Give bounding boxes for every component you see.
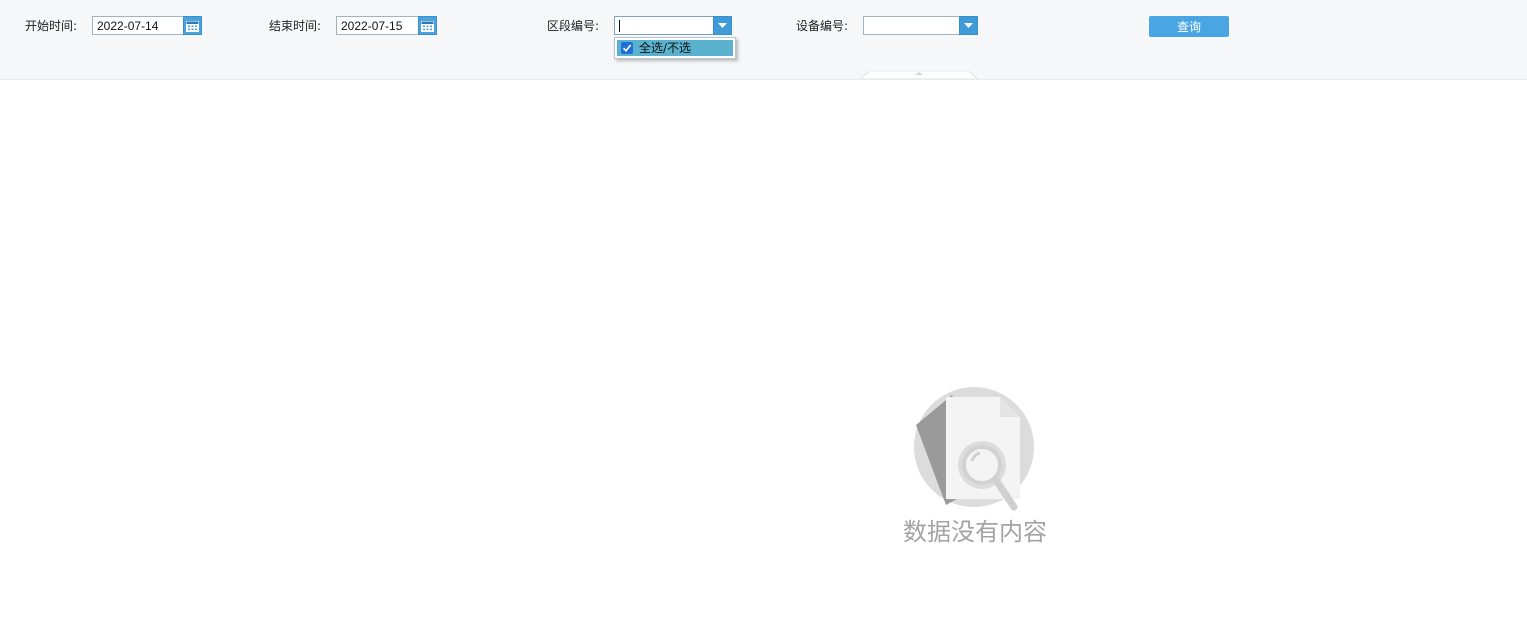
section-number-select[interactable] bbox=[614, 16, 732, 35]
device-number-label: 设备编号: bbox=[796, 19, 849, 33]
text-caret bbox=[619, 20, 620, 32]
collapse-tab-handle[interactable] bbox=[860, 71, 978, 79]
empty-state: 数据没有内容 bbox=[900, 385, 1050, 555]
select-all-option[interactable]: 全选/不选 bbox=[617, 40, 733, 56]
empty-document-search-icon bbox=[914, 387, 1034, 511]
calendar-icon bbox=[186, 20, 199, 32]
checkbox-checked-icon[interactable] bbox=[621, 42, 633, 54]
start-date-input[interactable]: 2022-07-14 bbox=[92, 16, 202, 35]
start-date-value: 2022-07-14 bbox=[97, 19, 159, 33]
device-number-select[interactable] bbox=[863, 16, 978, 35]
empty-state-text: 数据没有内容 bbox=[903, 518, 1047, 546]
query-button[interactable]: 查询 bbox=[1149, 16, 1229, 37]
section-dropdown-button[interactable] bbox=[713, 16, 732, 35]
end-time-label: 结束时间: bbox=[269, 19, 322, 33]
end-calendar-button[interactable] bbox=[418, 16, 437, 35]
filter-toolbar: 开始时间: 2022-07-14 结束时间: 2022-07-15 区段编号: … bbox=[0, 0, 1527, 80]
chevron-down-icon bbox=[964, 23, 973, 28]
chevron-down-icon bbox=[718, 23, 727, 28]
end-date-value: 2022-07-15 bbox=[341, 19, 403, 33]
section-dropdown-list: 全选/不选 bbox=[614, 37, 736, 59]
section-number-label: 区段编号: bbox=[547, 19, 600, 33]
start-calendar-button[interactable] bbox=[183, 16, 202, 35]
select-all-label: 全选/不选 bbox=[639, 41, 692, 55]
calendar-icon bbox=[421, 20, 434, 32]
end-date-input[interactable]: 2022-07-15 bbox=[336, 16, 437, 35]
device-dropdown-button[interactable] bbox=[959, 16, 978, 35]
start-time-label: 开始时间: bbox=[25, 19, 78, 33]
